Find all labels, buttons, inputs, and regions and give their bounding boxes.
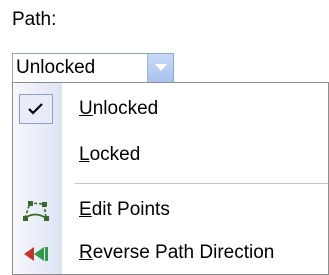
menu-item-label: Locked (79, 144, 141, 165)
menu-separator (75, 183, 328, 184)
dropdown-button[interactable] (147, 54, 173, 82)
path-panel: Path: Unlocked Unlocked Locked Edit Poin… (0, 0, 329, 275)
path-label: Path: (12, 9, 57, 30)
reverse-path-icon (24, 247, 48, 261)
menu-item-label: Reverse Path Direction (79, 242, 275, 263)
path-combo-value[interactable]: Unlocked (16, 57, 95, 79)
checkmark-icon (28, 103, 43, 115)
chevron-down-icon (155, 64, 167, 71)
edit-points-icon (23, 201, 49, 221)
path-combo-box[interactable]: Unlocked (12, 53, 174, 83)
menu-item-label: Unlocked (79, 98, 159, 119)
menu-item-edit-points[interactable]: Edit Points (13, 188, 329, 234)
checked-indicator (19, 94, 53, 124)
path-dropdown-menu: Unlocked Locked Edit Points Reverse Path… (12, 82, 329, 275)
menu-item-reverse-path-direction[interactable]: Reverse Path Direction (13, 231, 329, 275)
menu-item-label: Edit Points (79, 199, 170, 220)
menu-item-unlocked[interactable]: Unlocked (13, 87, 329, 133)
menu-item-locked[interactable]: Locked (13, 133, 329, 179)
